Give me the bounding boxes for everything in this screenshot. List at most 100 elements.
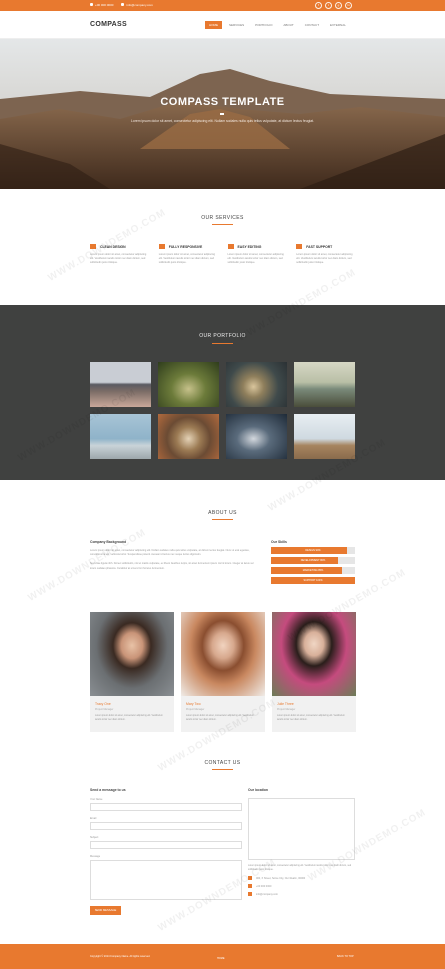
twitter-icon[interactable]: t [325, 2, 332, 9]
contact-title-underline [212, 769, 233, 770]
email-text[interactable]: info@company.com [256, 893, 278, 896]
service-text: Lorem ipsum dolor sit amet, consectetur … [296, 253, 353, 264]
top-contact-info: +00 000 0000 info@company.com [90, 3, 153, 7]
email-label: Email [90, 817, 97, 820]
mail-icon [248, 892, 252, 897]
team-card: Tracy One Project Manager Lorem ipsum do… [90, 612, 174, 732]
team-name: Julie Three [277, 702, 294, 706]
nav-about[interactable]: ABOUT [279, 21, 297, 29]
phone-text: +00 000 0000 [256, 884, 272, 888]
heart-icon [296, 244, 303, 249]
location-panel: Our location Lorem ipsum dolor sit amet,… [248, 788, 355, 897]
services-title: OUR SERVICES [201, 215, 244, 221]
subject-field[interactable] [90, 841, 242, 849]
hero-banner: COMPASS TEMPLATE Lorem ipsum dolor sit a… [0, 39, 445, 189]
pencil-icon [90, 244, 96, 249]
portfolio-title-underline [212, 343, 233, 344]
skill-label: SUPPORT 100% [303, 579, 323, 582]
top-email-text[interactable]: info@company.com [126, 3, 152, 7]
phone-icon [248, 884, 252, 889]
company-background-heading: Company Background [90, 540, 127, 544]
skills-panel: Our Skills DESIGN 90% DEVELOPMENT 80% MA… [271, 540, 355, 584]
team-card: Mary Two Project Manager Lorem ipsum dol… [181, 612, 265, 732]
portfolio-item-cup[interactable] [226, 362, 287, 407]
portfolio-title: OUR PORTFOLIO [199, 333, 246, 339]
google-plus-icon[interactable]: g [335, 2, 342, 9]
location-heading: Our location [248, 788, 268, 792]
nav-services[interactable]: SERVICES [225, 21, 248, 29]
email-info: info@company.com [248, 892, 355, 897]
about-paragraph-1: Lorem ipsum dolor sit amet, consectetur … [90, 549, 250, 557]
footer-home-link[interactable]: HOME [217, 957, 225, 960]
location-pin-icon [248, 876, 252, 881]
portfolio-item-sea[interactable] [294, 362, 355, 407]
service-text: Lorem ipsum dolor sit amet, consectetur … [227, 253, 284, 264]
email-field[interactable] [90, 822, 242, 830]
portfolio-item-desk[interactable] [294, 414, 355, 459]
service-header: CLEAN DESIGN [90, 244, 149, 249]
about-title-underline [212, 519, 233, 520]
service-easy-editing: EASY EDITING Lorem ipsum dolor sit amet,… [227, 244, 287, 265]
portfolio-item-trees[interactable] [158, 362, 219, 407]
team-bio: Lorem ipsum dolor sit amet, consectetur … [186, 715, 254, 721]
top-phone-text: +00 000 0000 [95, 3, 114, 7]
portfolio-item-pier[interactable] [90, 414, 151, 459]
top-email[interactable]: info@company.com [121, 3, 153, 7]
back-to-top-link[interactable]: BACK TO TOP [337, 955, 354, 958]
service-label: FAST SUPPORT [306, 244, 333, 249]
portfolio-grid [90, 362, 355, 459]
phone-info: +00 000 0000 [248, 884, 355, 889]
portfolio-section: OUR PORTFOLIO [0, 305, 445, 480]
hero-subtitle: Lorem ipsum dolor sit amet, consectetur … [131, 119, 314, 123]
copyright-text: Copyright © 2014 Company Name. All right… [90, 955, 151, 958]
service-label: EASY EDITING [237, 244, 262, 249]
contact-title: CONTACT US [204, 760, 241, 766]
address-text: 000, X Street, Some City, Our Realm, 000… [256, 876, 306, 880]
contact-form: Send a message to us Your Name Email Sub… [90, 788, 242, 915]
linkedin-icon[interactable]: in [345, 2, 352, 9]
location-map[interactable] [248, 798, 355, 860]
skill-label: DESIGN 90% [305, 549, 321, 552]
main-nav: HOME SERVICES PORTFOLIO ABOUT CONTACT EX… [205, 21, 350, 29]
portfolio-item-coffee[interactable] [158, 414, 219, 459]
hero-title: COMPASS TEMPLATE [160, 96, 285, 108]
service-header: FAST SUPPORT [296, 244, 355, 249]
facebook-icon[interactable]: f [315, 2, 322, 9]
team-role: Project Manager [186, 708, 205, 711]
team-bio: Lorem ipsum dolor sit amet, consectetur … [95, 715, 163, 721]
subject-label: Subject [90, 836, 99, 839]
skill-bar: DESIGN 90% [271, 547, 355, 554]
hero-divider [220, 113, 224, 115]
service-fully-responsive: FULLY RESPONSIVE Lorem ipsum dolor sit a… [158, 244, 218, 265]
nav-portfolio[interactable]: PORTFOLIO [251, 21, 276, 29]
send-message-button[interactable]: SEND MESSAGE [90, 906, 121, 915]
skills-heading: Our Skills [271, 540, 287, 544]
portfolio-item-city[interactable] [90, 362, 151, 407]
about-title: ABOUT US [208, 510, 237, 516]
service-fast-support: FAST SUPPORT Lorem ipsum dolor sit amet,… [296, 244, 355, 265]
about-paragraph-2: Sed vitae ligula nibh. Donec sollicitudi… [90, 562, 254, 570]
site-logo[interactable]: COMPASS [90, 21, 127, 28]
phone-icon [90, 3, 93, 6]
message-field[interactable] [90, 860, 242, 900]
location-text: Lorem ipsum dolor sit amet, consectetur … [248, 865, 352, 871]
nav-home[interactable]: HOME [205, 21, 222, 29]
nav-external[interactable]: EXTERNAL [326, 21, 350, 29]
name-label: Your Name [90, 798, 103, 801]
team-role: Project Manager [95, 708, 114, 711]
services-title-underline [212, 224, 233, 225]
team-photo-tracy [90, 612, 174, 696]
skill-bar: DEVELOPMENT 80% [271, 557, 355, 564]
service-text: Lorem ipsum dolor sit amet, consectetur … [90, 253, 147, 264]
top-phone: +00 000 0000 [90, 3, 113, 7]
form-heading: Send a message to us [90, 788, 126, 792]
mail-icon [121, 3, 125, 6]
portfolio-item-phone[interactable] [226, 414, 287, 459]
name-field[interactable] [90, 803, 242, 811]
navbar: COMPASS HOME SERVICES PORTFOLIO ABOUT CO… [0, 11, 445, 39]
service-label: CLEAN DESIGN [100, 244, 126, 249]
service-clean-design: CLEAN DESIGN Lorem ipsum dolor sit amet,… [90, 244, 149, 265]
service-header: FULLY RESPONSIVE [158, 244, 218, 249]
nav-contact[interactable]: CONTACT [301, 21, 323, 29]
team-photo-julie [272, 612, 356, 696]
